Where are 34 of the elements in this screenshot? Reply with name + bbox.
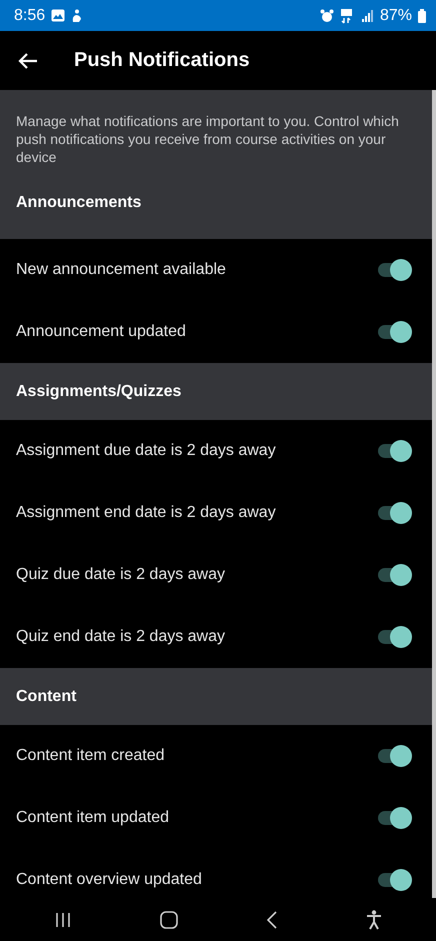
setting-label: New announcement available	[16, 261, 226, 279]
section-header: Assignments/Quizzes	[0, 363, 432, 420]
screen-title: Push Notifications	[74, 49, 250, 72]
toggle-switch[interactable]	[378, 869, 412, 891]
section-header: Content	[0, 668, 432, 725]
setting-label: Quiz due date is 2 days away	[16, 566, 226, 584]
accessibility-icon[interactable]	[366, 910, 382, 930]
description-text: Manage what notifications are important to you. Control which push notifications you receive from course activities on your device	[0, 90, 432, 186]
signal-icon	[362, 10, 374, 22]
back-arrow-icon[interactable]	[18, 52, 38, 70]
battery-icon	[418, 8, 426, 22]
recent-apps-icon[interactable]	[54, 912, 72, 928]
section-header: Announcements	[0, 186, 432, 239]
setting-label: Assignment due date is 2 days away	[16, 442, 276, 460]
setting-label: Content overview updated	[16, 871, 202, 889]
setting-label: Quiz end date is 2 days away	[16, 628, 226, 646]
toggle-switch[interactable]	[378, 745, 412, 767]
toggle-switch[interactable]	[378, 564, 412, 586]
figure-icon	[71, 8, 82, 22]
setting-label: Content item updated	[16, 809, 169, 827]
clock: 8:56	[14, 6, 46, 24]
battery-level: 87%	[380, 6, 412, 24]
toggle-switch[interactable]	[378, 440, 412, 462]
setting-label: Assignment end date is 2 days away	[16, 504, 276, 522]
setting-label: Announcement updated	[16, 323, 186, 341]
toggle-switch[interactable]	[378, 807, 412, 829]
toggle-switch[interactable]	[378, 626, 412, 648]
toggle-switch[interactable]	[378, 259, 412, 281]
toggle-switch[interactable]	[378, 321, 412, 343]
setting-label: Content item created	[16, 747, 165, 765]
image-icon	[51, 9, 66, 22]
home-icon[interactable]	[160, 910, 178, 928]
back-icon[interactable]	[266, 910, 278, 928]
toggle-switch[interactable]	[378, 502, 412, 524]
